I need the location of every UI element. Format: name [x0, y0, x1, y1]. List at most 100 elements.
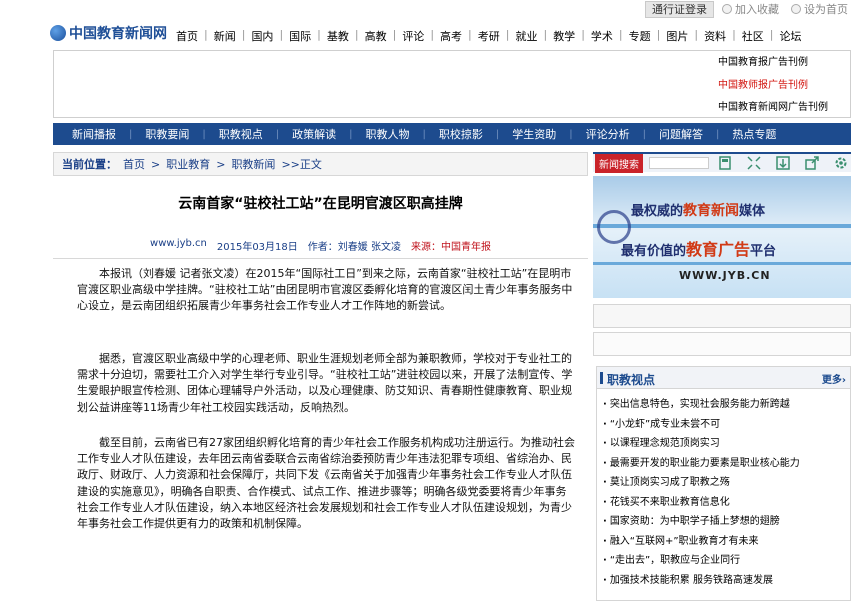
viewpoint-item[interactable]: 国家资助：为中职学子插上梦想的翅膀 — [603, 512, 800, 532]
section-nav-item[interactable]: 职校掠影 — [426, 126, 496, 142]
main-nav-item[interactable]: 评论 — [396, 28, 430, 44]
viewpoint-item[interactable]: 以课程理念规范顶岗实习 — [603, 434, 800, 454]
site-logo[interactable]: 中国教育新闻网 — [50, 22, 167, 44]
main-nav-item[interactable]: 新闻 — [208, 28, 242, 44]
viewpoint-item[interactable]: 融入“互联网+”职业教育才有未来 — [603, 532, 800, 552]
section-nav-item[interactable]: 热点专题 — [719, 126, 789, 142]
banner-text: 最有价值的 — [621, 244, 687, 259]
article-meta: www.jyb.cn 2015年03月18日 作者：刘春媛 张文凌 来源：中国青… — [53, 238, 588, 253]
download-icon[interactable] — [774, 154, 792, 172]
viewpoint-item[interactable]: 加强技术技能积累 服务铁路高速发展 — [603, 571, 800, 591]
banner-url: WWW.JYB.CN — [679, 269, 771, 282]
ad-link-teachers-news[interactable]: 中国教师报广告刊例 — [718, 75, 828, 98]
set-homepage-link[interactable]: 设为首页 — [791, 1, 848, 17]
article-date: 2015年03月18日 — [216, 242, 298, 253]
divider — [53, 258, 588, 259]
save-icon[interactable] — [716, 154, 734, 172]
expand-icon[interactable] — [745, 154, 763, 172]
banner-highlight: 教育新闻 — [683, 203, 740, 219]
section-nav-item[interactable]: 问题解答 — [646, 126, 716, 142]
utility-bar: 通行证登录 加入收藏 设为首页 — [645, 0, 860, 18]
ad-link-education-daily[interactable]: 中国教育报广告刊例 — [718, 52, 828, 75]
main-nav-item[interactable]: 资料 — [698, 28, 732, 44]
section-nav-item[interactable]: 新闻播报 — [59, 126, 129, 142]
ad-link-jyb-cn[interactable]: 中国教育新闻网广告刊例 — [718, 97, 828, 120]
viewpoint-panel: 职教视点 更多› 突出信息特色，实现社会服务能力新跨越“小龙虾”成专业未尝不可以… — [596, 366, 851, 601]
main-nav-item[interactable]: 社区 — [736, 28, 770, 44]
main-nav-item[interactable]: 高考 — [434, 28, 468, 44]
breadcrumb: 当前位置： 首页 > 职业教育 > 职教新闻 >>正文 — [53, 152, 588, 176]
main-nav-item[interactable]: 论坛 — [774, 28, 808, 44]
article-author: 作者：刘春媛 张文凌 — [307, 242, 401, 253]
article-paragraph: 本报讯（刘春媛 记者张文凌）在2015年“国际社工日”到来之际，云南首家“驻校社… — [77, 267, 573, 313]
main-nav-item[interactable]: 学术 — [585, 28, 619, 44]
banner-highlight: 教育广告 — [686, 240, 751, 259]
viewpoint-item[interactable]: 莫让顶岗实习成了职教之殇 — [603, 473, 800, 493]
breadcrumb-sep: > — [151, 157, 161, 171]
viewpoint-item[interactable]: 突出信息特色，实现社会服务能力新跨越 — [603, 395, 800, 415]
viewpoint-item[interactable]: “小龙虾”成专业未尝不可 — [603, 415, 800, 435]
banner-line-2: 最有价值的教育广告平台 — [621, 236, 776, 260]
sidebar-box — [593, 304, 851, 328]
main-nav-item[interactable]: 考研 — [472, 28, 506, 44]
add-favorite-link[interactable]: 加入收藏 — [722, 1, 779, 17]
breadcrumb-vocational[interactable]: 职业教育 — [166, 156, 210, 172]
article-paragraph: 据悉，官渡区职业高级中学的心理老师、职业生涯规划老师全部为兼职教师，学校对于专业… — [77, 352, 573, 414]
add-favorite-label: 加入收藏 — [735, 3, 779, 16]
breadcrumb-current: >>正文 — [281, 158, 322, 171]
banner-text: 最权威的 — [631, 204, 684, 219]
header-accent — [600, 372, 603, 384]
news-search-tab[interactable]: 新闻搜索 — [595, 153, 643, 173]
viewpoint-item[interactable]: 花钱买不来职业教育信息化 — [603, 493, 800, 513]
logo-text: 中国教育新闻网 — [69, 26, 167, 42]
banner-line-1: 最权威的教育新闻媒体 — [631, 200, 765, 220]
breadcrumb-sep: > — [216, 157, 226, 171]
breadcrumb-home[interactable]: 首页 — [123, 156, 145, 172]
main-nav-item[interactable]: 教学 — [547, 28, 581, 44]
section-nav-item[interactable]: 职教要闻 — [132, 126, 202, 142]
more-link[interactable]: 更多› — [822, 371, 846, 386]
share-icon[interactable] — [803, 154, 821, 172]
breadcrumb-label: 当前位置： — [62, 158, 117, 171]
breadcrumb-news[interactable]: 职教新闻 — [231, 156, 275, 172]
section-nav-item[interactable]: 职教人物 — [353, 126, 423, 142]
ad-links: 中国教育报广告刊例 中国教师报广告刊例 中国教育新闻网广告刊例 — [718, 52, 828, 120]
viewpoint-item[interactable]: 最需要开发的职业能力要素是职业核心能力 — [603, 454, 800, 474]
section-nav-item[interactable]: 职教视点 — [206, 126, 276, 142]
main-nav-item[interactable]: 高教 — [359, 28, 393, 44]
banner-stripe — [593, 262, 851, 265]
article-title: 云南首家“驻校社工站”在昆明官渡区职高挂牌 — [178, 196, 463, 212]
banner-text: 媒体 — [739, 204, 766, 219]
main-nav-item[interactable]: 专题 — [623, 28, 657, 44]
section-nav-item[interactable]: 学生资助 — [499, 126, 569, 142]
login-button[interactable]: 通行证登录 — [645, 0, 714, 18]
ad-banner-jyb[interactable]: 最权威的教育新闻媒体 最有价值的教育广告平台 WWW.JYB.CN — [593, 176, 851, 298]
home-icon — [791, 4, 801, 14]
main-nav-item[interactable]: 图片 — [660, 28, 694, 44]
main-nav-item[interactable]: 国内 — [245, 28, 279, 44]
main-nav-item[interactable]: 首页 — [170, 28, 204, 44]
viewpoint-title: 职教视点 — [607, 373, 656, 387]
article-site[interactable]: www.jyb.cn — [150, 238, 207, 253]
section-nav-item[interactable]: 政策解读 — [279, 126, 349, 142]
viewpoint-header: 职教视点 更多› — [597, 367, 850, 389]
main-nav-item[interactable]: 国际 — [283, 28, 317, 44]
banner-text: 平台 — [750, 244, 777, 259]
set-homepage-label: 设为首页 — [804, 3, 848, 16]
section-nav: 新闻播报 | 职教要闻 | 职教视点 | 政策解读 | 职教人物 | 职校掠影 | 学生资助 | 评论分析 |… — [53, 123, 851, 145]
banner-stripe — [593, 224, 851, 228]
main-nav-item[interactable]: 就业 — [509, 28, 543, 44]
viewpoint-item[interactable]: “走出去”，职教应与企业同行 — [603, 551, 800, 571]
main-nav: 首页 | 新闻 | 国内 | 国际 | 基教 | 高教 | 评论 | 高考 | 考研 | 就业 | 教学 | 学术 | 专题 | 图… — [170, 28, 808, 44]
settings-icon[interactable] — [832, 154, 850, 172]
toolbar — [716, 154, 860, 172]
star-icon — [722, 4, 732, 14]
search-input[interactable] — [649, 157, 709, 169]
article-source: 来源：中国青年报 — [410, 242, 491, 253]
main-nav-item[interactable]: 基教 — [321, 28, 355, 44]
section-nav-item[interactable]: 评论分析 — [573, 126, 643, 142]
article-paragraph: 截至目前，云南省已有27家团组织孵化培育的青少年社会工作服务机构成功注册运行。为… — [77, 436, 575, 531]
viewpoint-list: 突出信息特色，实现社会服务能力新跨越“小龙虾”成专业未尝不可以课程理念规范顶岗实… — [603, 395, 800, 590]
sidebar-box — [593, 332, 851, 356]
globe-icon — [50, 25, 66, 41]
